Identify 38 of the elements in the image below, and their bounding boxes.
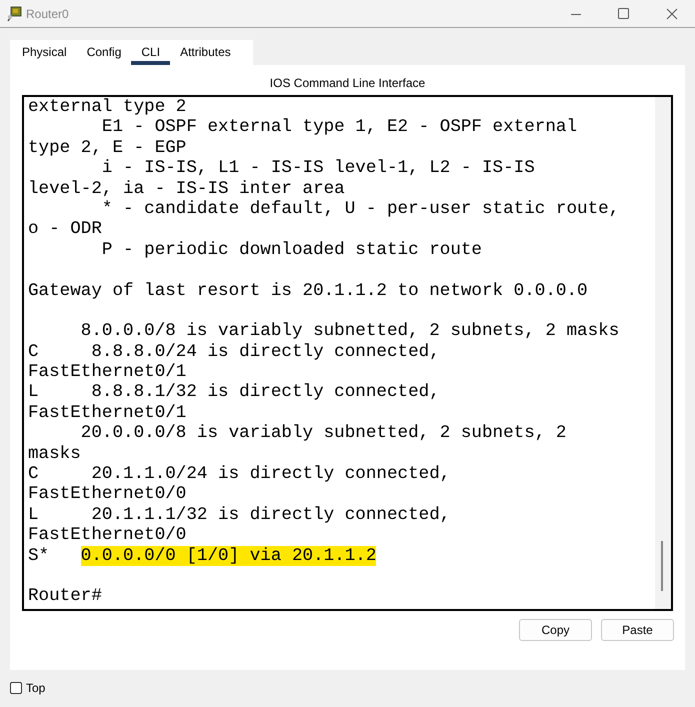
checkbox[interactable] [10,682,22,694]
terminal-line: S* [28,546,50,566]
terminal-line: o - ODR [28,219,102,240]
terminal-line: 8.0.0.0/8 is variably subnetted, 2 subnets, 2 masks [80,321,620,342]
terminal-line: external type 2 [28,97,186,117]
router-icon [7,6,23,22]
panel-title: IOS Command Line Interface [268,76,426,91]
action-button[interactable]: Copy [519,619,592,641]
highlighted-text: 0.0.0.0/0 [1/0] via 20.1.1.2 [80,546,376,566]
terminal-line: Gateway of last resort is 20.1.1.2 to network 0.0.0.0 [28,280,588,301]
maximize-icon[interactable] [618,8,629,19]
terminal-line: E1 - OSPF external type 1, E2 - OSPF external [100,117,578,138]
scrollbar-thumb[interactable] [661,541,663,591]
terminal-line: FastEthernet0/1 [28,402,186,423]
terminal[interactable] [22,95,673,611]
terminal-line: FastEthernet0/0 [28,525,186,546]
window-title: Router0 [26,6,69,22]
tab[interactable]: Physical [12,40,77,65]
terminal-line: type 2, E - EGP [28,138,186,158]
terminal-line: FastEthernet0/1 [28,362,186,382]
terminal-line: level-2, ia - IS-IS inter area [28,178,345,199]
tab[interactable]: Config [76,40,132,65]
terminal-line: 20.0.0.0/8 is variably subnetted, 2 subnets, 2 [80,423,566,444]
tab[interactable]: Attributes [170,40,241,65]
terminal-line: i - IS-IS, L1 - IS-IS level-1, L2 - IS-IS [100,158,535,178]
terminal-line: masks [28,444,81,464]
terminal-line: C 20.1.1.0/24 is directly connected, [28,464,450,484]
terminal-line: FastEthernet0/0 [28,484,186,504]
terminal-line: Router# [28,586,102,606]
terminal-line: C 8.8.8.0/24 is directly connected, [28,342,440,362]
terminal-line: * - candidate default, U - per-user static route, [100,198,620,219]
scrollbar[interactable] [655,97,671,609]
action-button[interactable]: Paste [601,619,674,641]
terminal-line: P - periodic downloaded static route [100,240,482,260]
terminal-line: L 8.8.8.1/32 is directly connected, [28,382,440,402]
close-icon[interactable] [666,8,678,20]
terminal-line: L 20.1.1.1/32 is directly connected, [28,504,450,525]
checkbox-label: Top [26,680,46,697]
